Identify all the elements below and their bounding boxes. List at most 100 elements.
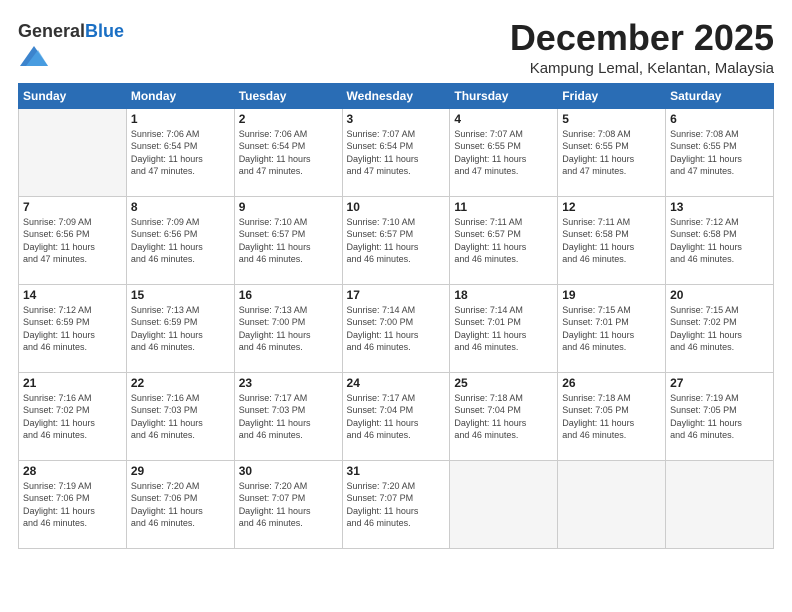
day-info-line: Sunset: 7:05 PM (670, 405, 737, 415)
day-number: 25 (454, 376, 553, 390)
table-row: 23Sunrise: 7:17 AMSunset: 7:03 PMDayligh… (234, 372, 342, 460)
day-number: 26 (562, 376, 661, 390)
day-info-line: and 46 minutes. (670, 342, 734, 352)
day-info-line: Sunset: 7:01 PM (454, 317, 521, 327)
day-info-line: Sunrise: 7:06 AM (131, 129, 200, 139)
day-info-line: Daylight: 11 hours (347, 330, 419, 340)
logo-icon (20, 42, 48, 70)
logo-blue: Blue (85, 21, 124, 41)
table-row (558, 460, 666, 548)
col-monday: Monday (126, 83, 234, 108)
day-info: Sunrise: 7:06 AMSunset: 6:54 PMDaylight:… (239, 128, 338, 178)
col-tuesday: Tuesday (234, 83, 342, 108)
day-info-line: and 46 minutes. (454, 342, 518, 352)
day-info: Sunrise: 7:20 AMSunset: 7:07 PMDaylight:… (239, 480, 338, 530)
day-info-line: Sunset: 6:54 PM (131, 141, 198, 151)
day-info: Sunrise: 7:12 AMSunset: 6:58 PMDaylight:… (670, 216, 769, 266)
day-number: 30 (239, 464, 338, 478)
day-info-line: Daylight: 11 hours (347, 506, 419, 516)
day-info: Sunrise: 7:20 AMSunset: 7:06 PMDaylight:… (131, 480, 230, 530)
day-info-line: Sunrise: 7:10 AM (347, 217, 416, 227)
day-number: 5 (562, 112, 661, 126)
table-row: 22Sunrise: 7:16 AMSunset: 7:03 PMDayligh… (126, 372, 234, 460)
day-info-line: Sunrise: 7:09 AM (131, 217, 200, 227)
day-info-line: Sunset: 6:56 PM (23, 229, 90, 239)
table-row: 21Sunrise: 7:16 AMSunset: 7:02 PMDayligh… (19, 372, 127, 460)
table-row: 26 Sunrise: 7:18 AMSunset: 7:05 PMDayligh… (558, 372, 666, 460)
day-info-line: Sunrise: 7:14 AM (454, 305, 523, 315)
day-info-line: Sunset: 7:04 PM (347, 405, 414, 415)
day-info-line: Daylight: 11 hours (23, 506, 95, 516)
day-info-line: and 46 minutes. (454, 430, 518, 440)
day-number: 29 (131, 464, 230, 478)
day-info: Sunrise: 7:16 AMSunset: 7:02 PMDaylight:… (23, 392, 122, 442)
col-sunday: Sunday (19, 83, 127, 108)
day-info: Sunrise: 7:11 AMSunset: 6:57 PMDaylight:… (454, 216, 553, 266)
day-info: Sunrise: 7:13 AMSunset: 6:59 PMDaylight:… (131, 304, 230, 354)
day-info-line: Sunrise: 7:20 AM (131, 481, 200, 491)
day-info-line: Sunrise: 7:19 AM (670, 393, 739, 403)
table-row: 2Sunrise: 7:06 AMSunset: 6:54 PMDaylight… (234, 108, 342, 196)
logo: GeneralBlue (18, 22, 124, 75)
table-row: 19Sunrise: 7:15 AMSunset: 7:01 PMDayligh… (558, 284, 666, 372)
day-info-line: Daylight: 11 hours (131, 330, 203, 340)
day-info-line: Daylight: 11 hours (347, 418, 419, 428)
table-row: 16Sunrise: 7:13 AMSunset: 7:00 PMDayligh… (234, 284, 342, 372)
day-number: 1 (131, 112, 230, 126)
day-number: 24 (347, 376, 446, 390)
day-info-line: and 46 minutes. (239, 430, 303, 440)
table-row (666, 460, 774, 548)
day-info-line: and 46 minutes. (562, 254, 626, 264)
col-wednesday: Wednesday (342, 83, 450, 108)
table-row: 14Sunrise: 7:12 AMSunset: 6:59 PMDayligh… (19, 284, 127, 372)
day-info-line: Sunset: 6:55 PM (670, 141, 737, 151)
table-row: 27Sunrise: 7:19 AMSunset: 7:05 PMDayligh… (666, 372, 774, 460)
day-info-line: Sunrise: 7:17 AM (347, 393, 416, 403)
day-number: 10 (347, 200, 446, 214)
day-number: 31 (347, 464, 446, 478)
table-row: 13Sunrise: 7:12 AMSunset: 6:58 PMDayligh… (666, 196, 774, 284)
day-info-line: Daylight: 11 hours (454, 330, 526, 340)
day-number: 23 (239, 376, 338, 390)
day-info: Sunrise: 7:15 AMSunset: 7:02 PMDaylight:… (670, 304, 769, 354)
day-info-line: and 47 minutes. (131, 166, 195, 176)
day-info-line: and 47 minutes. (23, 254, 87, 264)
day-info-line: Daylight: 11 hours (239, 506, 311, 516)
day-info-line: Sunrise: 7:19 AM (23, 481, 92, 491)
location-subtitle: Kampung Lemal, Kelantan, Malaysia (510, 60, 774, 77)
table-row: 6Sunrise: 7:08 AMSunset: 6:55 PMDaylight… (666, 108, 774, 196)
table-row: 18 Sunrise: 7:14 AM Sunset: 7:01 PM Dayligh… (450, 284, 558, 372)
day-info-line: and 46 minutes. (562, 342, 626, 352)
day-info-line: and 46 minutes. (454, 254, 518, 264)
day-info-line: Sunrise: 7:18 AM (562, 393, 631, 403)
day-number: 18 (454, 288, 553, 302)
day-number: 28 (23, 464, 122, 478)
day-info-line: Daylight: 11 hours (670, 154, 742, 164)
table-row: 3Sunrise: 7:07 AMSunset: 6:54 PMDaylight… (342, 108, 450, 196)
calendar-week-row: 1Sunrise: 7:06 AMSunset: 6:54 PMDaylight… (19, 108, 774, 196)
day-info-line: Sunset: 7:06 PM (131, 493, 198, 503)
calendar-week-row: 7Sunrise: 7:09 AMSunset: 6:56 PMDaylight… (19, 196, 774, 284)
day-info-line: and 46 minutes. (239, 518, 303, 528)
day-info: Sunrise: 7:16 AMSunset: 7:03 PMDaylight:… (131, 392, 230, 442)
table-row: 29Sunrise: 7:20 AMSunset: 7:06 PMDayligh… (126, 460, 234, 548)
logo-general: General (18, 21, 85, 41)
col-thursday: Thursday (450, 83, 558, 108)
day-info-line: Sunrise: 7:13 AM (131, 305, 200, 315)
day-info: Sunrise: 7:10 AMSunset: 6:57 PMDaylight:… (347, 216, 446, 266)
day-info: Sunrise: 7:13 AMSunset: 7:00 PMDaylight:… (239, 304, 338, 354)
day-info: Sunrise: 7:18 AMSunset: 7:05 PMDaylight:… (562, 392, 661, 442)
day-info-line: and 47 minutes. (347, 166, 411, 176)
day-info-line: and 47 minutes. (562, 166, 626, 176)
day-number: 19 (562, 288, 661, 302)
day-info: Sunrise: 7:11 AMSunset: 6:58 PMDaylight:… (562, 216, 661, 266)
page: GeneralBlue December 2025 Kampung Lemal,… (0, 0, 792, 612)
day-info-line: Sunrise: 7:15 AM (670, 305, 739, 315)
day-info-line: Sunset: 6:58 PM (670, 229, 737, 239)
day-info-line: and 47 minutes. (239, 166, 303, 176)
day-info-line: Sunrise: 7:16 AM (23, 393, 92, 403)
day-info-line: Sunset: 6:57 PM (347, 229, 414, 239)
day-info-line: Sunrise: 7:10 AM (239, 217, 308, 227)
day-info-line: Sunset: 7:07 PM (347, 493, 414, 503)
day-number: 9 (239, 200, 338, 214)
